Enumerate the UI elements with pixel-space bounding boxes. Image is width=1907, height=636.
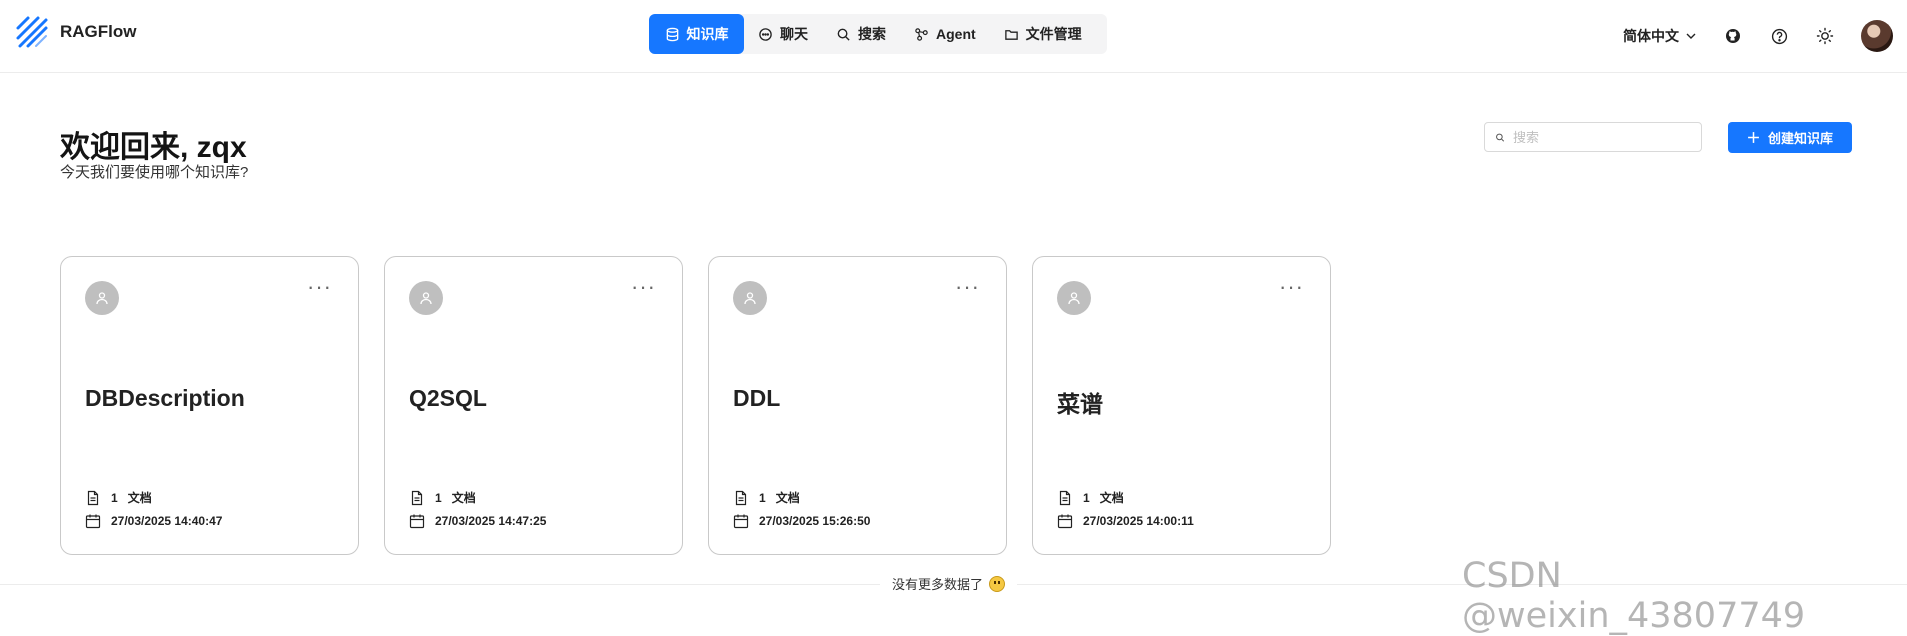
date-text: 27/03/2025 14:40:47	[111, 514, 223, 528]
nav-chat[interactable]: 聊天	[744, 14, 822, 54]
calendar-icon	[409, 514, 425, 529]
header-actions: 简体中文	[1623, 14, 1893, 58]
search-icon	[837, 28, 850, 41]
user-placeholder-icon	[1068, 292, 1080, 305]
create-knowledge-base-button[interactable]: 创建知识库	[1728, 122, 1852, 153]
top-header: RAGFlow 知识库 聊天 搜索 Agent 文件管理 简体中文	[0, 0, 1907, 73]
knowledge-search[interactable]	[1484, 122, 1702, 152]
page-title: 欢迎回来, zqx	[60, 131, 247, 164]
no-more-text: 没有更多数据了	[892, 577, 984, 592]
calendar-icon	[733, 514, 749, 529]
card-doc-count: 1 文档	[85, 489, 152, 506]
doc-count: 1	[111, 490, 118, 505]
page-subtitle: 今天我们要使用哪个知识库?	[60, 164, 249, 181]
doc-unit: 文档	[1099, 491, 1124, 505]
calendar-icon	[1057, 514, 1073, 529]
card-date: 27/03/2025 14:47:25	[409, 513, 546, 529]
doc-unit: 文档	[127, 491, 152, 505]
user-placeholder-icon	[96, 292, 108, 305]
nav-label: Agent	[936, 26, 976, 42]
doc-count: 1	[1083, 490, 1090, 505]
document-icon	[1059, 490, 1071, 505]
card-date: 27/03/2025 15:26:50	[733, 513, 870, 529]
github-icon[interactable]	[1723, 26, 1743, 46]
date-text: 27/03/2025 14:00:11	[1083, 514, 1194, 528]
card-title: 菜谱	[1057, 391, 1103, 417]
nav-label: 聊天	[780, 26, 808, 42]
language-selector[interactable]: 简体中文	[1623, 26, 1697, 46]
nav-agent[interactable]: Agent	[900, 14, 990, 54]
ragflow-logo-icon	[16, 16, 48, 48]
card-avatar	[85, 281, 119, 315]
smiley-emoji-icon	[989, 575, 1006, 592]
knowledge-base-card[interactable]: ··· Q2SQL 1 文档 27/03/2025 14:47:25	[384, 256, 683, 555]
date-text: 27/03/2025 15:26:50	[759, 514, 871, 528]
knowledge-base-card[interactable]: ··· DDL 1 文档 27/03/2025 15:26:50	[708, 256, 1007, 555]
create-label: 创建知识库	[1767, 131, 1833, 146]
search-input[interactable]	[1511, 128, 1691, 146]
chevron-down-icon	[1686, 33, 1696, 39]
calendar-icon	[85, 514, 101, 529]
knowledge-base-card[interactable]: ··· DBDescription 1 文档 27/03/2025 14:40:…	[60, 256, 359, 555]
card-doc-count: 1 文档	[1057, 489, 1124, 506]
doc-count: 1	[435, 490, 442, 505]
more-options-icon[interactable]: ···	[1279, 276, 1304, 298]
main-nav: 知识库 聊天 搜索 Agent 文件管理	[649, 14, 1107, 54]
more-options-icon[interactable]: ···	[307, 276, 332, 298]
nav-label: 知识库	[686, 26, 729, 42]
theme-sun-icon[interactable]	[1815, 26, 1835, 46]
document-icon	[735, 490, 747, 505]
doc-count: 1	[759, 490, 766, 505]
folder-icon	[1004, 29, 1018, 40]
card-doc-count: 1 文档	[409, 489, 476, 506]
knowledge-base-list: ··· DBDescription 1 文档 27/03/2025 14:40:…	[60, 256, 1331, 555]
nav-knowledge-base[interactable]: 知识库	[649, 14, 744, 54]
card-date: 27/03/2025 14:00:11	[1057, 513, 1194, 529]
more-options-icon[interactable]: ···	[955, 276, 980, 298]
language-label: 简体中文	[1623, 28, 1679, 44]
card-title: DDL	[733, 385, 781, 411]
card-date: 27/03/2025 14:40:47	[85, 513, 222, 529]
agent-graph-icon	[915, 27, 928, 41]
card-avatar	[409, 281, 443, 315]
more-options-icon[interactable]: ···	[631, 276, 656, 298]
user-placeholder-icon	[420, 292, 432, 305]
database-icon	[666, 27, 678, 41]
watermark: CSDN @weixin_43807749	[1462, 556, 1806, 636]
knowledge-base-card[interactable]: ··· 菜谱 1 文档 27/03/2025 14:00:11	[1032, 256, 1331, 555]
logo[interactable]: RAGFlow	[14, 14, 137, 50]
nav-label: 文件管理	[1025, 26, 1082, 42]
document-icon	[411, 490, 423, 505]
card-avatar	[733, 281, 767, 315]
doc-unit: 文档	[775, 491, 800, 505]
plus-icon	[1748, 132, 1759, 143]
document-icon	[87, 490, 99, 505]
card-title: Q2SQL	[409, 385, 487, 411]
user-placeholder-icon	[744, 292, 756, 305]
nav-search[interactable]: 搜索	[822, 14, 900, 54]
chat-icon	[759, 27, 772, 41]
app-name: RAGFlow	[60, 22, 137, 41]
nav-file-management[interactable]: 文件管理	[990, 14, 1096, 54]
card-doc-count: 1 文档	[733, 489, 800, 506]
card-title: DBDescription	[85, 385, 245, 411]
no-more-data: 没有更多数据了	[880, 574, 1018, 593]
doc-unit: 文档	[451, 491, 476, 505]
search-icon	[1496, 133, 1505, 142]
user-avatar[interactable]	[1861, 20, 1893, 52]
nav-label: 搜索	[858, 26, 886, 42]
card-avatar	[1057, 281, 1091, 315]
date-text: 27/03/2025 14:47:25	[435, 514, 547, 528]
help-icon[interactable]	[1769, 26, 1789, 46]
